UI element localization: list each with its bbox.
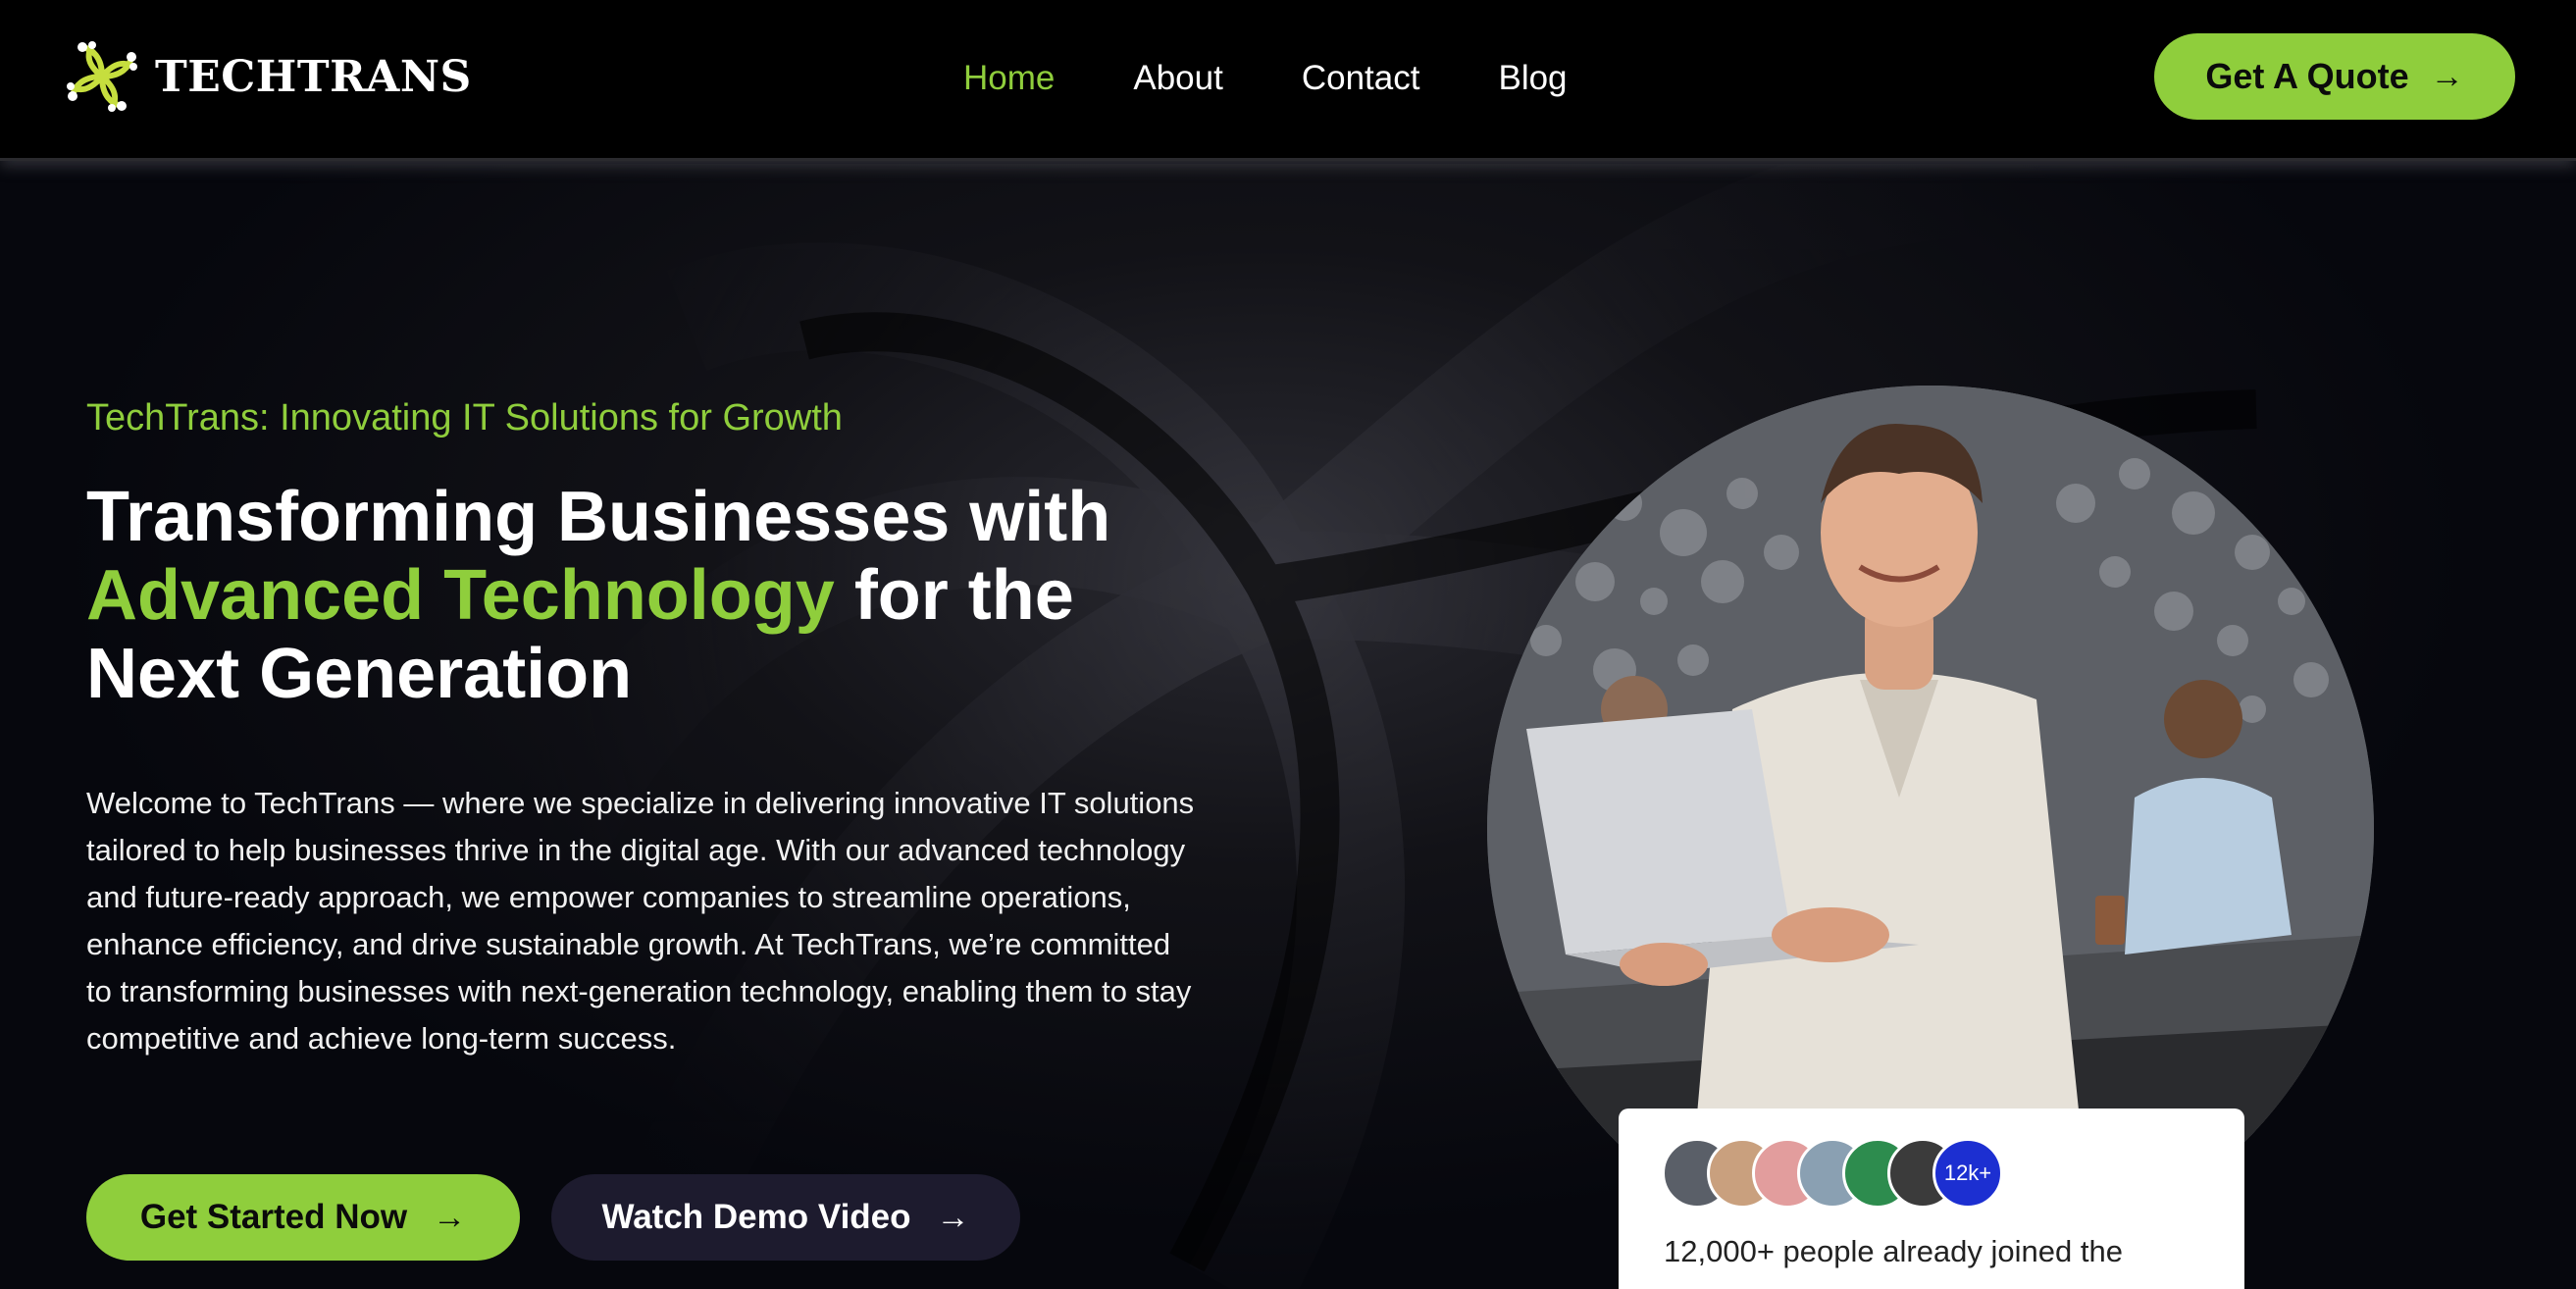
nav-item-contact[interactable]: Contact	[1302, 49, 1420, 108]
headline-line-1: Transforming Businesses with	[86, 478, 1111, 556]
brand-logo[interactable]: TECHTRANS	[53, 27, 472, 126]
headline-line-2: for the	[853, 556, 1074, 635]
logo-icon	[67, 41, 137, 112]
nav-item-about[interactable]: About	[1133, 49, 1222, 108]
hero-headline: Transforming Businesses with Advanced Te…	[86, 478, 1165, 713]
watch-demo-label: Watch Demo Video	[601, 1198, 911, 1236]
hero-section: TechTrans: Innovating IT Solutions for G…	[0, 164, 2576, 1289]
arrow-right-icon: →	[2430, 57, 2464, 95]
nav-item-home[interactable]: Home	[963, 49, 1055, 108]
avatar-group: 12k+	[1662, 1138, 2003, 1209]
nav-item-blog[interactable]: Blog	[1498, 49, 1567, 108]
social-proof-text: 12,000+ people already joined the	[1664, 1234, 2123, 1268]
headline-line-3: Next Generation	[86, 635, 633, 713]
headline-accent: Advanced Technology	[86, 556, 835, 635]
watch-demo-button[interactable]: Watch Demo Video →	[551, 1174, 1020, 1261]
member-count-badge: 12k+	[1932, 1138, 2003, 1209]
social-proof-card: 12k+ 12,000+ people already joined the	[1619, 1109, 2244, 1289]
brand-name: TECHTRANS	[155, 51, 472, 102]
main-nav: Home About Contact Blog	[963, 49, 1568, 108]
hero-description: Welcome to TechTrans — where we speciali…	[86, 786, 1195, 1056]
hero-tagline: TechTrans: Innovating IT Solutions for G…	[86, 397, 843, 438]
get-started-button[interactable]: Get Started Now →	[86, 1174, 520, 1261]
get-a-quote-button[interactable]: Get A Quote →	[2154, 33, 2515, 120]
get-started-label: Get Started Now	[139, 1198, 408, 1236]
get-a-quote-label: Get A Quote	[2205, 56, 2409, 96]
arrow-right-icon: →	[936, 1198, 970, 1236]
arrow-right-icon: →	[433, 1198, 467, 1236]
site-header: TECHTRANS Home About Contact Blog Get A …	[0, 0, 2576, 161]
